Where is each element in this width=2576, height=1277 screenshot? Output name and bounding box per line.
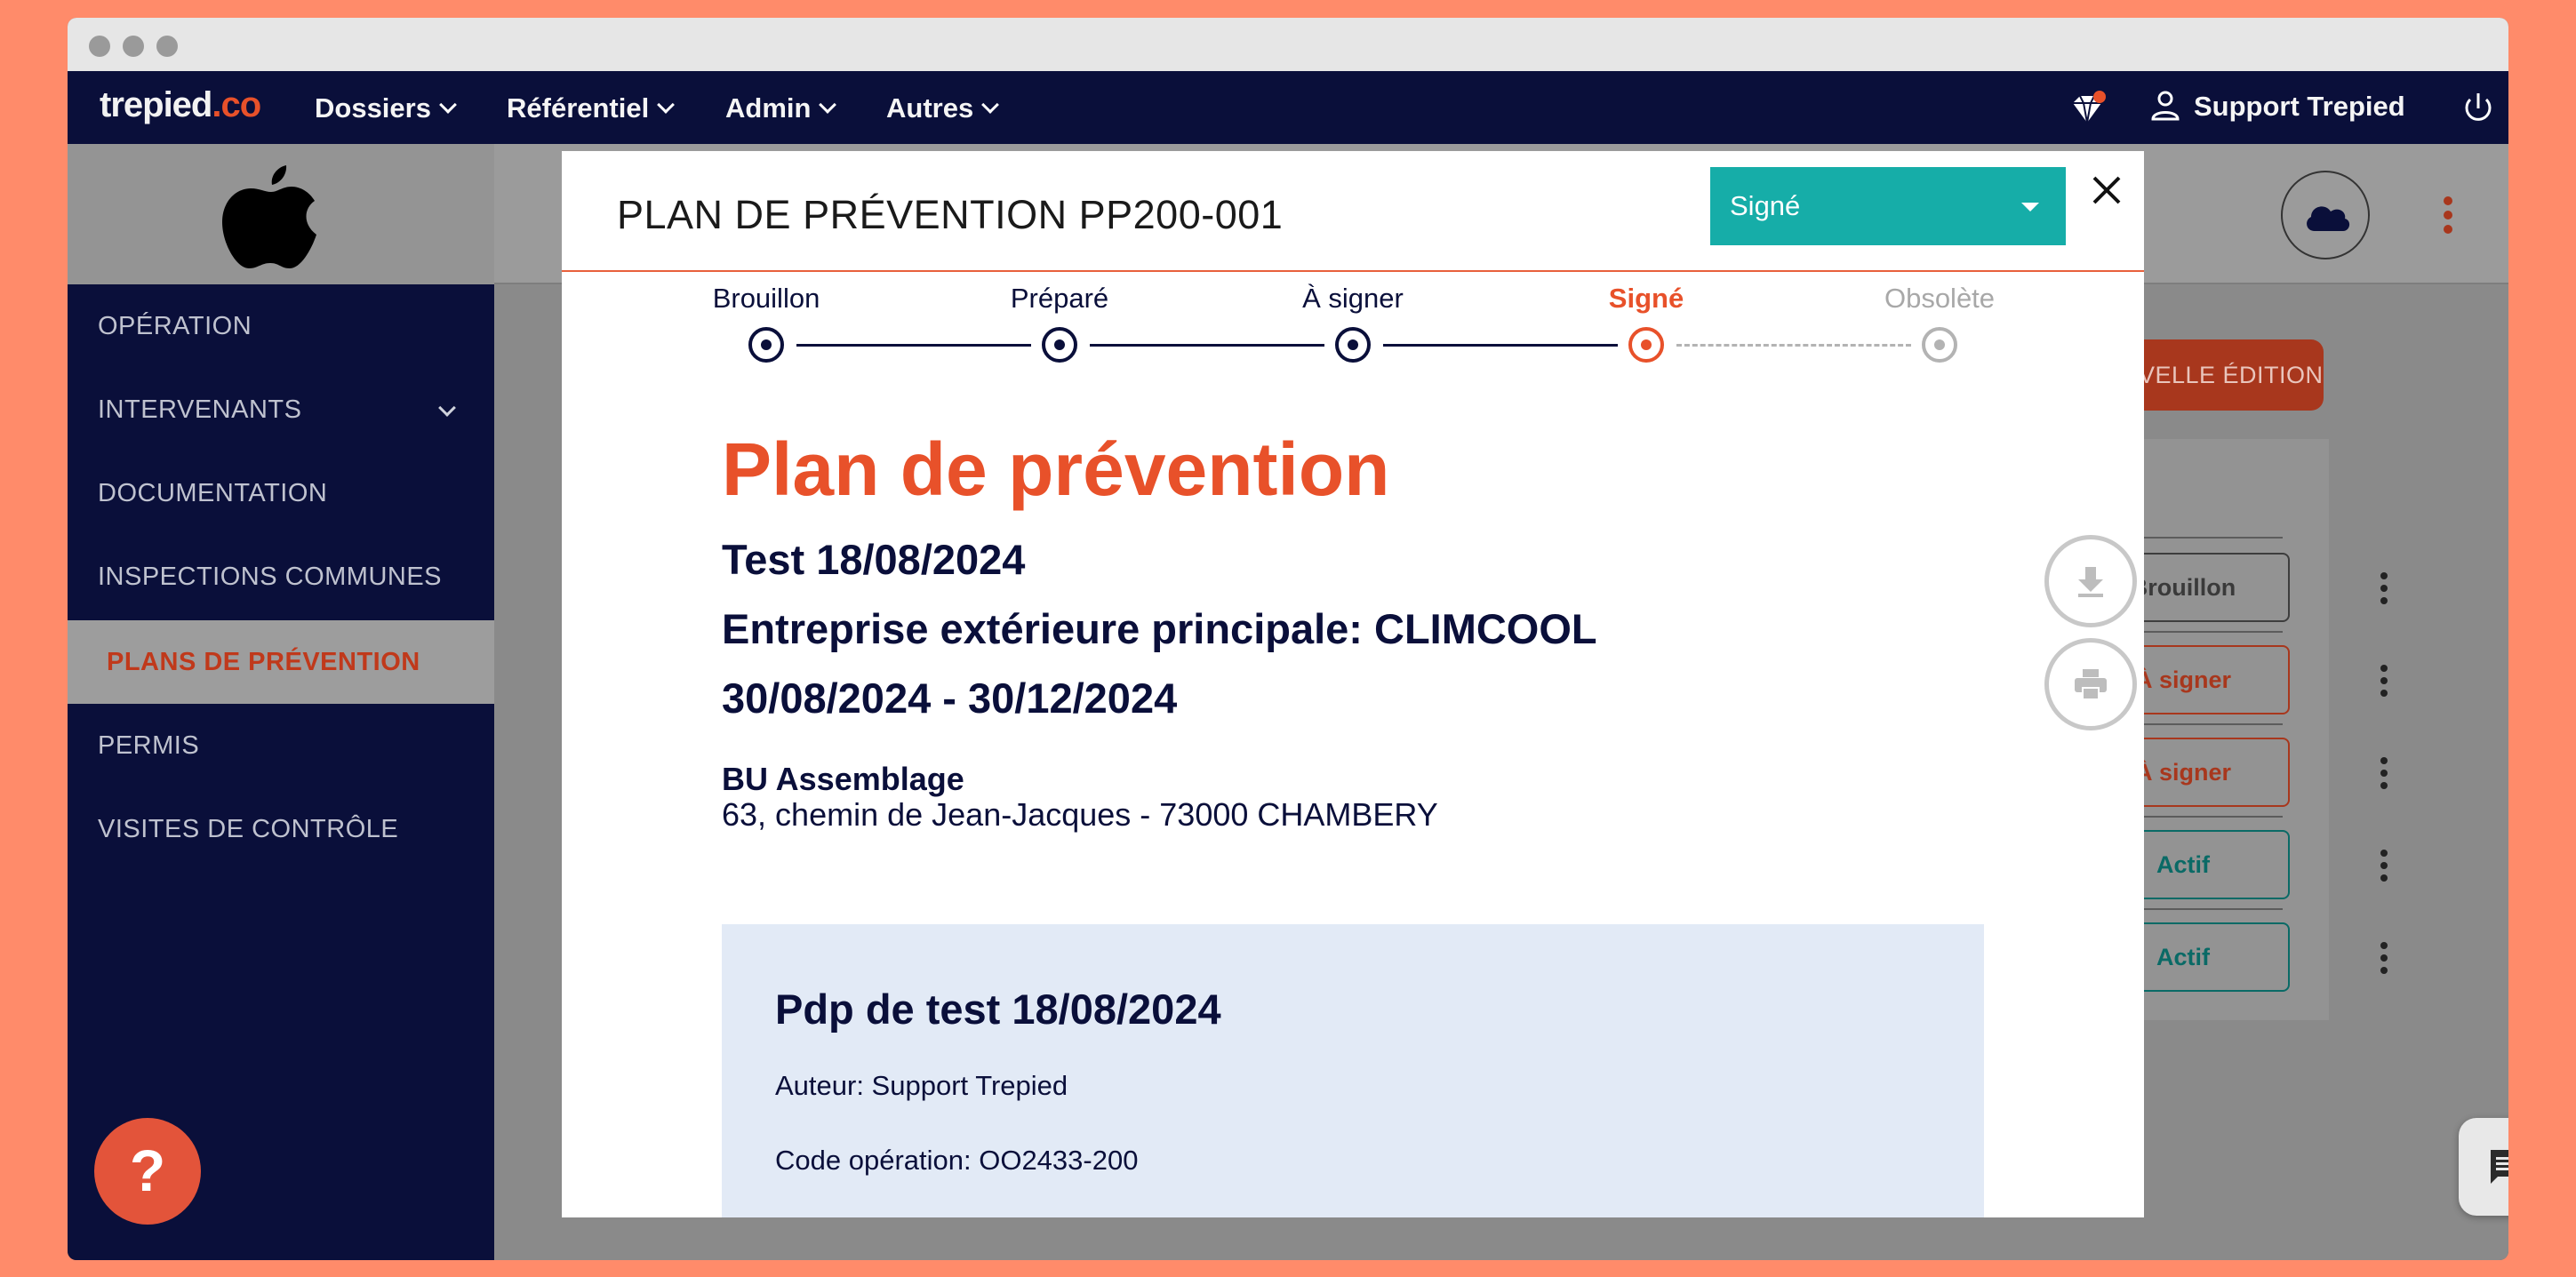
row-more-icon[interactable] xyxy=(2379,571,2389,606)
nav-menu-dossiers[interactable]: Dossiers xyxy=(315,92,457,124)
download-icon xyxy=(2078,567,2103,597)
sidebar-nav: OPÉRATION INTERVENANTS DOCUMENTATION INS… xyxy=(68,284,494,1260)
apple-logo-icon xyxy=(222,165,316,268)
window-titlebar xyxy=(68,18,2508,71)
step-pending-icon xyxy=(1922,327,1957,363)
row-more-icon[interactable] xyxy=(2379,663,2389,698)
step-label: Préparé xyxy=(1010,283,1109,314)
chevron-down-icon xyxy=(657,96,676,114)
stepper-line xyxy=(1090,344,1324,347)
document-subtitle: Test 18/08/2024 xyxy=(722,536,1026,583)
step-done-icon xyxy=(748,327,784,363)
row-more-icon[interactable] xyxy=(2379,755,2389,791)
document-dates: 30/08/2024 - 30/12/2024 xyxy=(722,674,1178,722)
caret-down-icon xyxy=(2021,203,2039,212)
power-icon[interactable] xyxy=(2459,89,2498,128)
chevron-down-icon xyxy=(438,399,456,417)
user-menu[interactable]: Support Trepied xyxy=(2149,91,2405,124)
card-operation-code: Code opération: OO2433-200 xyxy=(775,1145,1139,1176)
stepper-line xyxy=(796,344,1031,347)
modal-title: PLAN DE PRÉVENTION PP200-001 xyxy=(617,192,1284,237)
row-more-icon[interactable] xyxy=(2379,848,2389,883)
diamond-icon[interactable] xyxy=(2068,89,2107,128)
print-icon xyxy=(2075,669,2107,700)
window-close-dot[interactable] xyxy=(89,36,110,57)
document-company: Entreprise extérieure principale: CLIMCO… xyxy=(722,605,1597,652)
app-window: trepied.co Dossiers Référentiel Admin Au… xyxy=(68,18,2508,1260)
app-logo[interactable]: trepied.co xyxy=(100,85,261,125)
cloud-icon xyxy=(2307,206,2350,231)
step-done-icon xyxy=(1335,327,1371,363)
nav-menu-admin[interactable]: Admin xyxy=(725,92,837,124)
step-label: Brouillon xyxy=(712,283,820,314)
document-address: 63, chemin de Jean-Jacques - 73000 CHAMB… xyxy=(722,796,1438,833)
more-options-icon[interactable] xyxy=(2441,194,2455,236)
step-current-icon xyxy=(1628,327,1664,363)
sidebar-item-visites-de-controle[interactable]: VISITES DE CONTRÔLE xyxy=(68,787,494,871)
help-button[interactable]: ? xyxy=(94,1118,201,1225)
window-minimize-dot[interactable] xyxy=(123,36,144,57)
stepper-line-pending xyxy=(1676,344,1911,347)
sidebar-item-documentation[interactable]: DOCUMENTATION xyxy=(68,451,494,535)
step-label-current: Signé xyxy=(1608,283,1684,314)
nav-menu-autres[interactable]: Autres xyxy=(886,92,1000,124)
window-maximize-dot[interactable] xyxy=(156,36,178,57)
chat-button[interactable] xyxy=(2459,1118,2508,1216)
step-label-future: Obsolète xyxy=(1884,283,1996,314)
card-title: Pdp de test 18/08/2024 xyxy=(775,986,1221,1033)
step-done-icon xyxy=(1042,327,1077,363)
chevron-down-icon xyxy=(819,96,837,114)
status-select[interactable]: Signé xyxy=(1710,167,2066,245)
nav-menu-referentiel[interactable]: Référentiel xyxy=(507,92,676,124)
top-navbar: trepied.co Dossiers Référentiel Admin Au… xyxy=(68,71,2508,144)
print-button[interactable] xyxy=(2044,638,2137,730)
sidebar-item-permis[interactable]: PERMIS xyxy=(68,704,494,787)
sidebar-item-operation[interactable]: OPÉRATION xyxy=(68,284,494,368)
cloud-button[interactable] xyxy=(2281,171,2370,259)
chevron-down-icon xyxy=(981,96,1000,114)
client-logo-panel xyxy=(68,144,494,284)
sidebar-item-inspections-communes[interactable]: INSPECTIONS COMMUNES xyxy=(68,535,494,619)
document-summary-card: Pdp de test 18/08/2024 Auteur: Support T… xyxy=(722,924,1984,1217)
modal-divider xyxy=(562,270,2144,272)
download-button[interactable] xyxy=(2044,535,2137,627)
chevron-down-icon xyxy=(439,96,457,114)
sidebar-item-plans-de-prevention[interactable]: PLANS DE PRÉVENTION xyxy=(68,620,494,704)
close-icon[interactable] xyxy=(2087,171,2126,210)
document-bu: BU Assemblage xyxy=(722,761,964,797)
row-more-icon[interactable] xyxy=(2379,940,2389,976)
stepper-line xyxy=(1383,344,1618,347)
document-title: Plan de prévention xyxy=(722,427,1390,511)
user-icon xyxy=(2151,91,2180,121)
plan-prevention-modal: PLAN DE PRÉVENTION PP200-001 Signé Broui… xyxy=(562,151,2144,1217)
card-author: Auteur: Support Trepied xyxy=(775,1070,1068,1101)
chat-icon xyxy=(2491,1150,2508,1184)
sidebar-item-intervenants[interactable]: INTERVENANTS xyxy=(68,368,494,451)
step-label: À signer xyxy=(1302,283,1404,314)
